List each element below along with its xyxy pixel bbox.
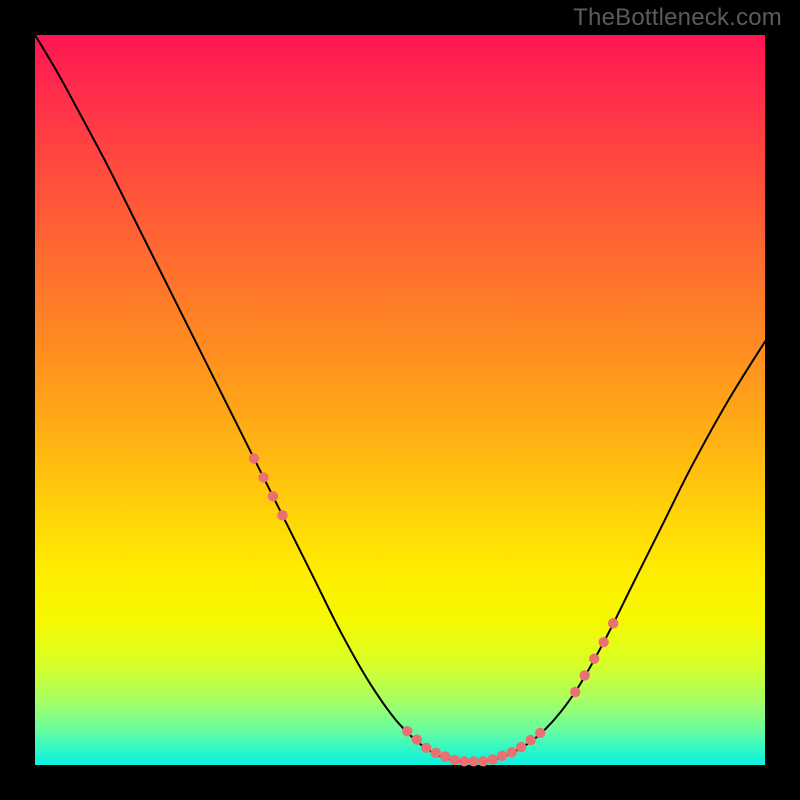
- chart-frame: TheBottleneck.com: [0, 0, 800, 800]
- highlight-dot: [459, 756, 469, 766]
- highlight-dot: [249, 453, 259, 463]
- highlight-dot: [421, 743, 431, 753]
- highlight-dot: [478, 756, 488, 766]
- highlight-dot: [516, 742, 526, 752]
- plot-area: [35, 35, 765, 765]
- highlight-dot: [570, 687, 580, 697]
- highlight-dot: [450, 755, 460, 765]
- watermark-text: TheBottleneck.com: [573, 4, 782, 32]
- highlight-dot: [258, 472, 268, 482]
- highlight-dot: [440, 751, 450, 761]
- main-curve: [35, 35, 765, 763]
- curve-layer: [35, 35, 765, 765]
- highlight-dot: [525, 735, 535, 745]
- highlight-dot: [402, 726, 412, 736]
- highlight-dot: [506, 747, 516, 757]
- highlight-dot: [277, 510, 287, 520]
- highlight-dot: [608, 618, 618, 628]
- highlight-group: [249, 453, 619, 766]
- highlight-dot: [268, 491, 278, 501]
- highlight-dot: [431, 748, 441, 758]
- highlight-dot: [579, 670, 589, 680]
- highlight-dot: [535, 728, 545, 738]
- highlight-dot: [497, 751, 507, 761]
- highlight-dot: [598, 637, 608, 647]
- highlight-dot: [412, 734, 422, 744]
- highlight-dot: [488, 754, 498, 764]
- highlight-dot: [589, 654, 599, 664]
- highlight-dot: [469, 756, 479, 766]
